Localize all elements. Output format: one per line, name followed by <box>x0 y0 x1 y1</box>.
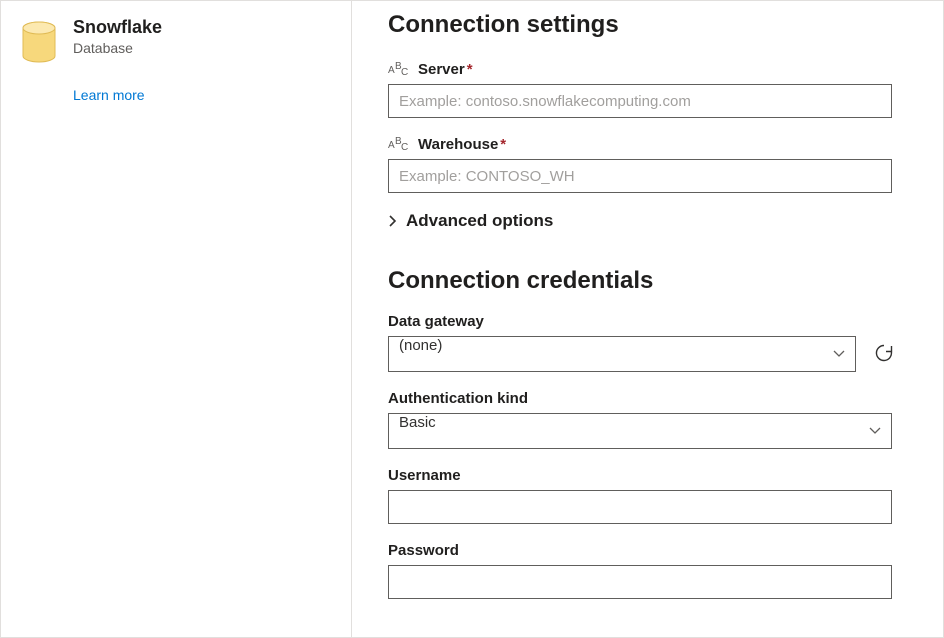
auth-kind-select[interactable]: Basic <box>388 413 892 449</box>
settings-heading: Connection settings <box>388 11 907 39</box>
required-indicator: * <box>467 61 473 78</box>
required-indicator: * <box>500 136 506 153</box>
advanced-options-label: Advanced options <box>406 211 553 231</box>
gateway-select[interactable]: (none) <box>388 336 856 372</box>
refresh-gateway-button[interactable] <box>870 340 898 368</box>
auth-kind-label: Authentication kind <box>388 390 907 407</box>
sidebar: Snowflake Database Learn more <box>1 1 351 637</box>
password-input[interactable] <box>388 565 892 599</box>
gateway-label: Data gateway <box>388 313 907 330</box>
username-input[interactable] <box>388 490 892 524</box>
database-icon <box>21 21 57 63</box>
connector-category: Database <box>73 40 162 56</box>
server-input[interactable] <box>388 84 892 118</box>
username-label: Username <box>388 467 907 484</box>
learn-more-link[interactable]: Learn more <box>73 87 331 103</box>
main-panel: Connection settings BC Server* BC Wareho… <box>352 1 943 637</box>
warehouse-input[interactable] <box>388 159 892 193</box>
warehouse-label: Warehouse* <box>418 136 506 153</box>
connector-title: Snowflake <box>73 17 162 38</box>
refresh-icon <box>874 343 894 366</box>
text-type-icon: BC <box>388 63 410 77</box>
advanced-options-toggle[interactable]: Advanced options <box>388 211 907 231</box>
chevron-right-icon <box>388 214 398 228</box>
server-label: Server* <box>418 61 473 78</box>
credentials-heading: Connection credentials <box>388 267 907 295</box>
password-label: Password <box>388 542 907 559</box>
text-type-icon: BC <box>388 138 410 152</box>
